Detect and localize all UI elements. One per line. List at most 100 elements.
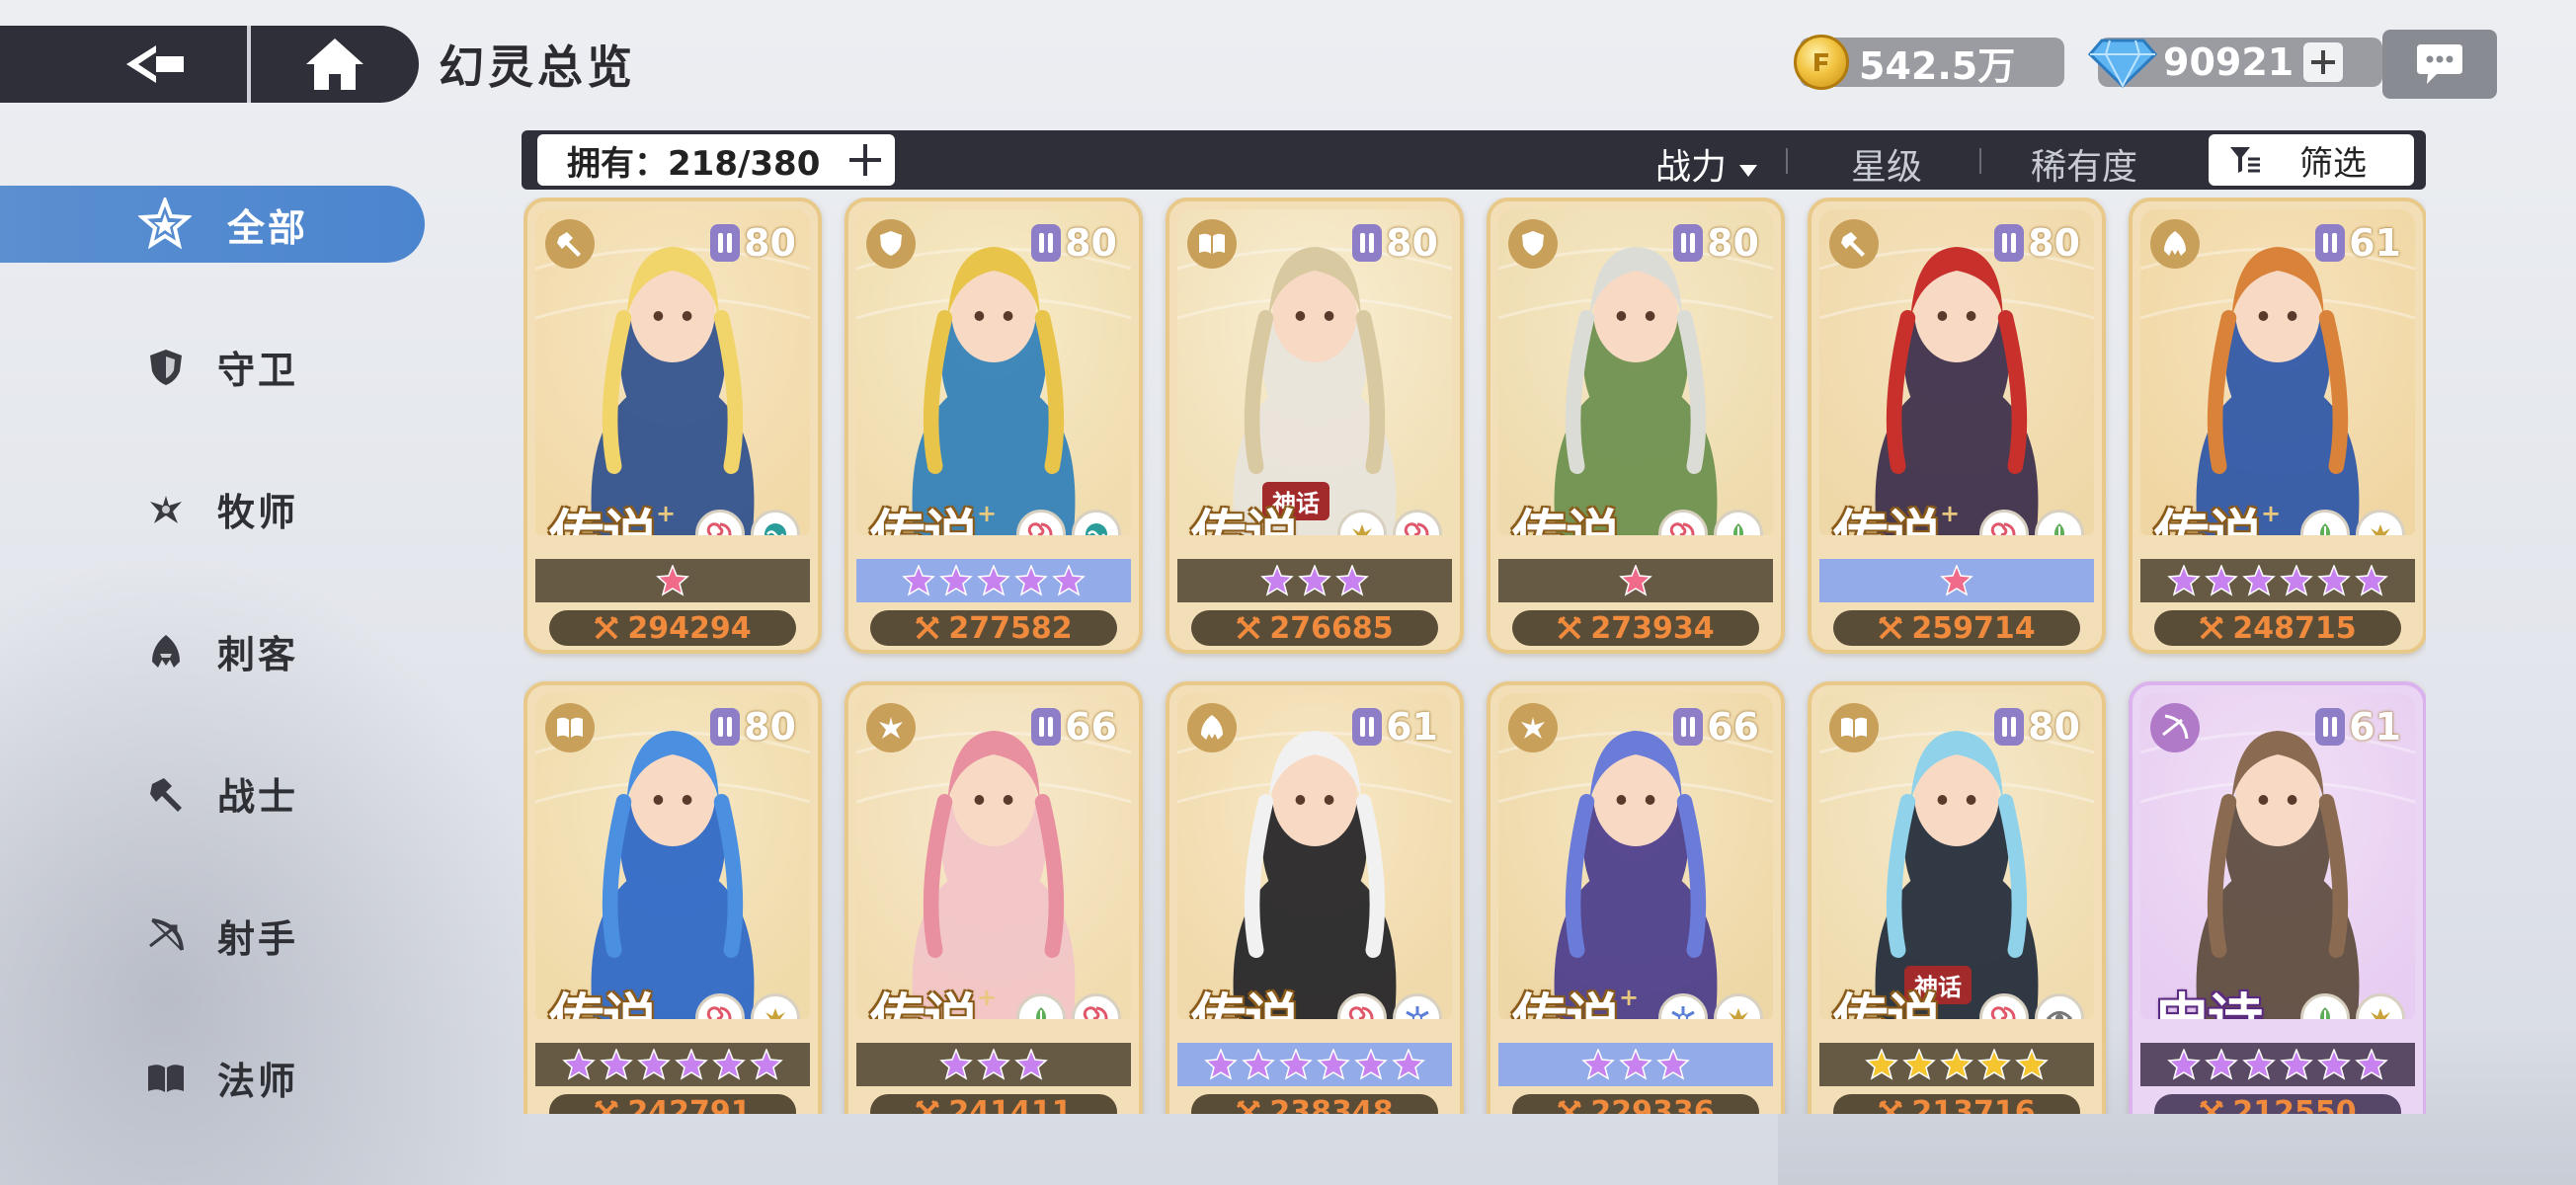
all-star-icon <box>138 198 192 250</box>
hero-card[interactable]: 80 传说 242791 <box>523 681 822 1114</box>
rarity-text: 传说 <box>870 505 979 535</box>
sidebar-item-assassin[interactable]: 刺客 <box>0 612 425 689</box>
rarity-text: 传说 <box>870 988 979 1019</box>
bow-icon <box>2150 703 2200 752</box>
element-icons <box>2294 510 2405 535</box>
snow-element-icon <box>1658 993 1708 1019</box>
star-icon <box>1619 1049 1652 1080</box>
shield-icon <box>866 219 916 269</box>
gold-coin-icon <box>1794 35 1849 90</box>
owned-count-button[interactable]: 拥有：218/380 <box>537 134 895 186</box>
hero-level: 80 <box>744 705 796 749</box>
star-icon <box>712 1049 746 1080</box>
hero-card[interactable]: 61传说+248715 <box>2129 198 2426 654</box>
power-bar: 259714 <box>1833 610 2080 646</box>
swirl-element-icon <box>1337 993 1387 1019</box>
star-icon <box>939 1049 973 1080</box>
crossed-swords-icon <box>2200 615 2224 640</box>
star-icon <box>1014 1049 1048 1080</box>
hero-card[interactable]: 66传说+229336 <box>1487 681 1785 1114</box>
star-icon <box>2205 565 2238 596</box>
rarity-label: 传说 <box>1512 492 1621 535</box>
sort-by-power[interactable]: 战力 <box>1655 138 1759 190</box>
star-icon <box>1902 1049 1936 1080</box>
power-bar: 273934 <box>1512 610 1759 646</box>
crossed-swords-icon <box>1558 1099 1582 1114</box>
filter-button[interactable]: 筛选 <box>2209 134 2414 186</box>
sidebar-label-assassin: 刺客 <box>217 632 299 676</box>
bow-icon <box>149 918 184 951</box>
add-gems-button[interactable] <box>2303 42 2344 82</box>
sidebar-item-all[interactable]: 全部 <box>0 186 425 263</box>
power-value: 241411 <box>948 1094 1073 1115</box>
star-icon <box>1242 1049 1275 1080</box>
star-icon <box>1260 565 1294 596</box>
hero-level: 80 <box>1386 221 1438 265</box>
rarity-text: 传说 <box>1833 505 1942 535</box>
star-icon <box>977 565 1010 596</box>
hero-portrait: 61 传说+ <box>2140 209 2415 535</box>
swirl-element-icon <box>695 510 745 535</box>
owned-count: 拥有：218/380 <box>567 143 821 184</box>
star-icon <box>2355 1049 2388 1080</box>
hero-card[interactable]: 66传说+241411 <box>845 681 1143 1114</box>
swirl-element-icon <box>1072 993 1121 1019</box>
star-icon <box>902 565 935 596</box>
rarity-label: 传说+ <box>1833 492 1960 535</box>
star-icon <box>1354 1049 1388 1080</box>
star-rating <box>1498 1043 1773 1086</box>
tier-pause-icon <box>1352 224 1383 262</box>
hero-card[interactable]: 80传说+277582 <box>845 198 1143 654</box>
sidebar-item-archer[interactable]: 射手 <box>0 897 425 974</box>
power-value: 242791 <box>627 1094 752 1115</box>
level-indicator: 80 <box>710 705 796 749</box>
back-button[interactable] <box>0 26 247 103</box>
power-value: 277582 <box>948 610 1073 646</box>
leaf-element-icon <box>1016 993 1066 1019</box>
power-bar: 277582 <box>870 610 1117 646</box>
hero-card[interactable]: 80神话传说 276685 <box>1166 198 1464 654</box>
level-indicator: 61 <box>2315 705 2401 749</box>
star-icon <box>2242 1049 2276 1080</box>
hero-card[interactable]: 80传说+259714 <box>1808 198 2106 654</box>
sidebar-item-mage[interactable]: 法师 <box>0 1039 425 1116</box>
star-icon <box>1656 1049 1690 1080</box>
gem-amount: 90921 <box>2163 40 2294 84</box>
power-value: 276685 <box>1269 610 1394 646</box>
sidebar-item-warrior[interactable]: 战士 <box>0 754 425 831</box>
sidebar-item-priest[interactable]: 牧师 <box>0 470 425 547</box>
crossed-swords-icon <box>2200 1099 2224 1114</box>
hero-card[interactable]: 80传说+294294 <box>523 198 822 654</box>
chat-button[interactable] <box>2382 30 2497 99</box>
power-value: 273934 <box>1590 610 1715 646</box>
level-indicator: 80 <box>710 221 796 265</box>
home-button[interactable] <box>251 26 419 103</box>
hero-level: 80 <box>1707 221 1759 265</box>
star-icon <box>1940 565 1973 596</box>
crossed-swords-icon <box>916 1099 940 1114</box>
hero-card[interactable]: 80神话传说 213716 <box>1808 681 2106 1114</box>
tier-pause-icon <box>1673 708 1704 746</box>
hero-card[interactable]: 61 史诗 212550 <box>2129 681 2426 1114</box>
sidebar-label-all: 全部 <box>227 205 309 250</box>
rarity-label: 传说+ <box>2154 492 2281 535</box>
sort-power-label: 战力 <box>1655 147 1728 188</box>
book-icon <box>545 703 595 752</box>
sidebar-item-guard[interactable]: 守卫 <box>0 328 425 405</box>
hero-level: 61 <box>2349 705 2401 749</box>
sort-by-star[interactable]: 星级 <box>1851 138 1922 190</box>
gold-currency[interactable]: 542.5万 <box>1794 35 2064 90</box>
sort-by-rarity[interactable]: 稀有度 <box>2031 138 2137 190</box>
plus-mark: + <box>656 500 676 528</box>
element-icons <box>2294 993 2405 1019</box>
star-icon <box>1581 1049 1615 1080</box>
tier-pause-icon <box>1994 708 2025 746</box>
level-indicator: 66 <box>1673 705 1759 749</box>
hero-card[interactable]: 80 传说 273934 <box>1487 198 1785 654</box>
warrior-icon <box>1829 219 1879 269</box>
star-icon <box>2317 565 2351 596</box>
tier-pause-icon <box>710 708 741 746</box>
plus-mark: + <box>1619 984 1639 1012</box>
hero-card[interactable]: 61 传说 238348 <box>1166 681 1464 1114</box>
rarity-label: 史诗 <box>2154 976 2263 1019</box>
